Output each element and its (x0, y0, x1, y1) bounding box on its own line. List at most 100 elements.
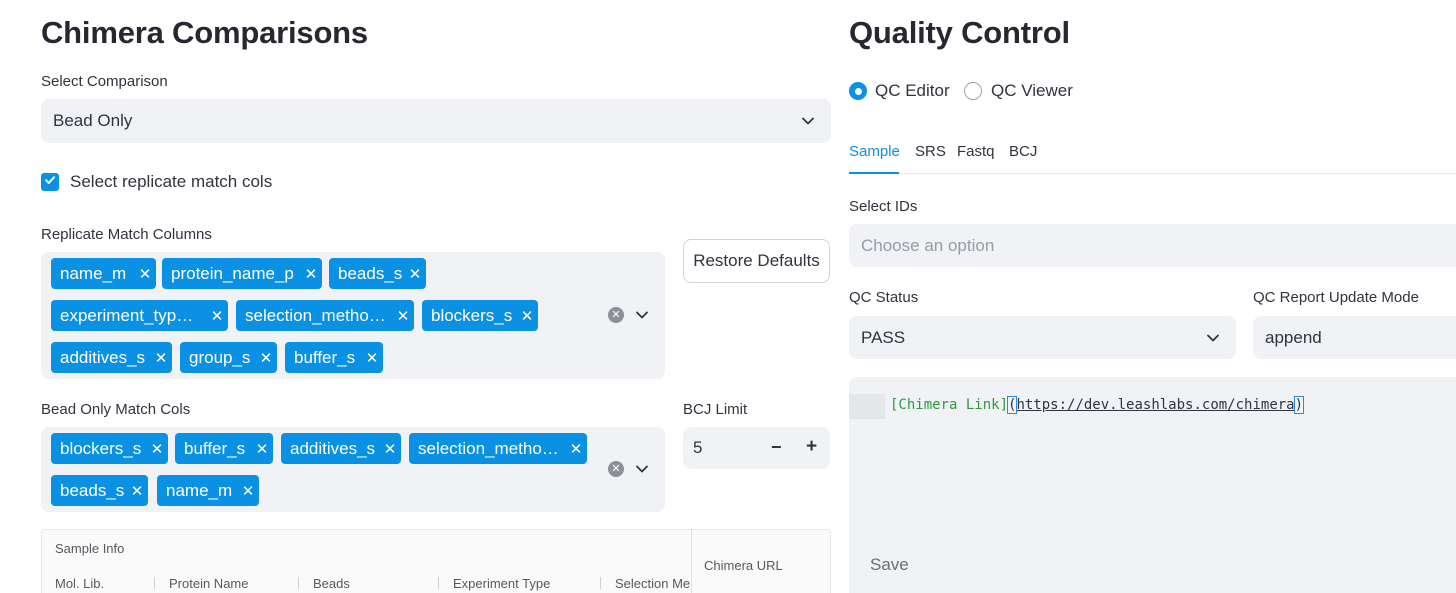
close-icon[interactable]: ✕ (255, 349, 277, 367)
chip-label: beads_s (338, 263, 403, 283)
bead-only-cols-label: Bead Only Match Cols (41, 401, 191, 418)
replicate-cols-multiselect[interactable]: name_m ✕ protein_name_p ✕ beads_s ✕ experim… (41, 252, 665, 379)
close-icon[interactable]: ✕ (300, 265, 322, 283)
table-header-mol-lib[interactable]: Mol. Lib. (55, 576, 104, 591)
bead-only-cols-multiselect[interactable]: blockers_s ✕ buffer_s ✕ additives_s ✕ selec… (41, 427, 665, 512)
table-header-selection-method[interactable]: Selection Me (615, 576, 691, 591)
qc-report-mode-dropdown[interactable]: append (1253, 316, 1456, 359)
decrement-button[interactable]: − (771, 437, 782, 458)
tab-bcj[interactable]: BCJ (1009, 143, 1037, 160)
column-divider (298, 577, 299, 589)
close-icon[interactable]: ✕ (126, 482, 148, 500)
close-icon[interactable]: ✕ (251, 440, 273, 458)
close-icon[interactable]: ✕ (150, 349, 172, 367)
bcj-limit-value[interactable]: 5 (693, 438, 702, 458)
chip-label: name_m (60, 263, 127, 283)
select-comparison-dropdown[interactable]: Bead Only (41, 99, 831, 143)
editor-line: [Chimera Link](https://dev.leashlabs.com… (890, 396, 1305, 414)
table-header-protein-name[interactable]: Protein Name (169, 576, 248, 591)
chip-label: additives_s (290, 438, 376, 458)
qc-status-label: QC Status (849, 289, 919, 306)
close-icon[interactable]: ✕ (379, 440, 401, 458)
select-comparison-label: Select Comparison (41, 73, 168, 90)
chip: group_s ✕ (180, 342, 277, 373)
radio-label-qc-editor[interactable]: QC Editor (875, 81, 950, 101)
chip: name_m ✕ (51, 258, 156, 289)
column-divider (438, 577, 439, 589)
close-icon[interactable]: ✕ (134, 265, 156, 283)
page-title-chimera: Chimera Comparisons (41, 15, 368, 50)
radio-selected[interactable] (849, 82, 867, 100)
tab-srs[interactable]: SRS (915, 143, 946, 160)
chip: additives_s ✕ (51, 342, 172, 373)
editor-close-paren: ) (1293, 396, 1305, 414)
close-icon[interactable]: ✕ (516, 307, 538, 325)
editor-link-url: https://dev.leashlabs.com/chimera (1016, 397, 1295, 413)
chip: name_m ✕ (157, 475, 259, 506)
qc-report-mode-value: append (1265, 328, 1322, 347)
select-ids-placeholder: Choose an option (861, 236, 995, 255)
clear-icon[interactable]: ✕ (608, 307, 624, 323)
save-button[interactable]: Save (870, 555, 909, 575)
chip-label: blockers_s (431, 305, 513, 325)
qc-report-mode-label: QC Report Update Mode (1253, 289, 1419, 306)
chip-label: additives_s (60, 347, 146, 367)
column-divider (691, 530, 692, 593)
bcj-limit-stepper: 5 − + (683, 427, 830, 469)
chip-label: buffer_s (184, 438, 246, 458)
chip: beads_s ✕ (329, 258, 426, 289)
chip: additives_s ✕ (281, 433, 401, 464)
close-icon[interactable]: ✕ (146, 440, 168, 458)
chip: buffer_s ✕ (175, 433, 273, 464)
active-tab-indicator (849, 172, 899, 174)
close-icon[interactable]: ✕ (361, 349, 383, 367)
table-header-beads[interactable]: Beads (313, 576, 350, 591)
chip-label: group_s (189, 347, 251, 367)
replicate-cols-label: Replicate Match Columns (41, 226, 212, 243)
tab-divider (849, 173, 1456, 174)
close-icon[interactable]: ✕ (237, 482, 259, 500)
increment-button[interactable]: + (806, 436, 817, 458)
table-header-chimera-url[interactable]: Chimera URL (704, 558, 783, 573)
table-header-experiment-type[interactable]: Experiment Type (453, 576, 550, 591)
editor-link-text: [Chimera Link] (890, 397, 1009, 413)
chip: experiment_typ… ✕ (51, 300, 228, 331)
chip-label: beads_s (60, 480, 125, 500)
table-group-header: Sample Info (55, 541, 125, 556)
select-ids-label: Select IDs (849, 198, 918, 215)
chip: selection_metho… ✕ (409, 433, 587, 464)
chip-label: blockers_s (60, 438, 142, 458)
page-title-quality-control: Quality Control (849, 15, 1070, 50)
close-icon[interactable]: ✕ (404, 265, 426, 283)
column-divider (154, 577, 155, 589)
qc-status-dropdown[interactable]: PASS (849, 316, 1236, 359)
chip: selection_metho… ✕ (236, 300, 414, 331)
column-divider (600, 577, 601, 589)
radio-unselected[interactable] (964, 82, 982, 100)
close-icon[interactable]: ✕ (206, 307, 228, 325)
check-icon (44, 173, 56, 191)
close-icon[interactable]: ✕ (392, 307, 414, 325)
chip: beads_s ✕ (51, 475, 148, 506)
chip: blockers_s ✕ (51, 433, 168, 464)
tab-sample[interactable]: Sample (849, 143, 900, 160)
tab-fastq[interactable]: Fastq (957, 143, 995, 160)
replicate-checkbox[interactable] (41, 173, 59, 191)
chip: blockers_s ✕ (422, 300, 538, 331)
chip-label: selection_metho… (245, 305, 386, 325)
chip-label: protein_name_p (171, 263, 294, 283)
chip-label: experiment_typ… (60, 305, 194, 325)
chip: buffer_s ✕ (285, 342, 383, 373)
close-icon[interactable]: ✕ (565, 440, 587, 458)
markdown-editor[interactable]: [Chimera Link](https://dev.leashlabs.com… (849, 377, 1456, 593)
chevron-down-icon (801, 114, 815, 128)
chevron-down-icon[interactable] (635, 308, 649, 322)
sample-table: Sample Info Chimera URL Mol. Lib. Protei… (41, 529, 831, 593)
replicate-checkbox-label: Select replicate match cols (70, 172, 273, 191)
select-ids-dropdown[interactable]: Choose an option (849, 224, 1456, 267)
bcj-limit-label: BCJ Limit (683, 401, 748, 418)
clear-icon[interactable]: ✕ (608, 461, 624, 477)
radio-label-qc-viewer[interactable]: QC Viewer (991, 81, 1073, 101)
restore-defaults-button[interactable]: Restore Defaults (683, 239, 830, 283)
chevron-down-icon[interactable] (635, 462, 649, 476)
